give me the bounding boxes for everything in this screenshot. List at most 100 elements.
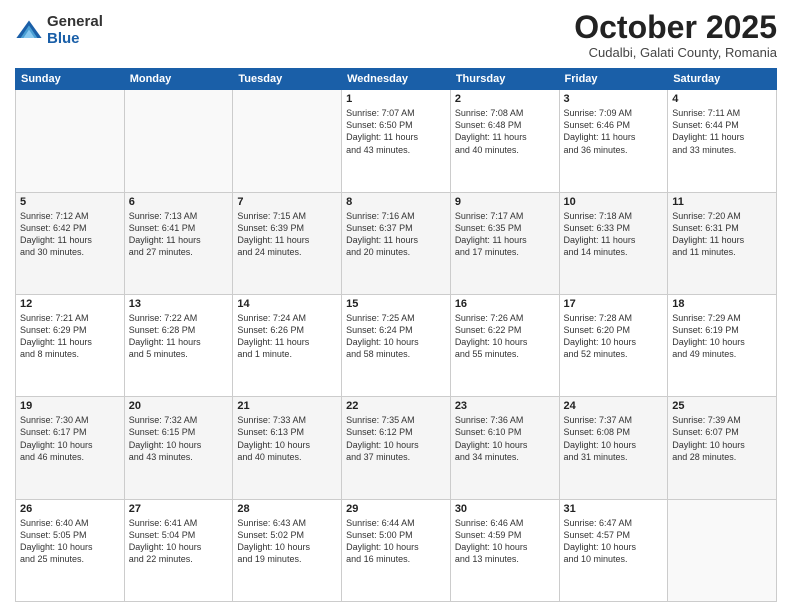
day-info: Sunrise: 6:46 AM Sunset: 4:59 PM Dayligh… [455,517,555,566]
calendar-cell: 14Sunrise: 7:24 AM Sunset: 6:26 PM Dayli… [233,294,342,396]
day-number: 25 [672,400,772,412]
day-number: 1 [346,93,446,105]
day-info: Sunrise: 7:07 AM Sunset: 6:50 PM Dayligh… [346,107,446,156]
calendar-cell: 15 Sunrise: 7:25 AM Sunset: 6:24 PM Dayli… [342,294,451,396]
calendar-cell: 16 Sunrise: 7:26 AM Sunset: 6:22 PM Dayli… [450,294,559,396]
day-number: 12 [20,298,120,310]
col-tuesday: Tuesday [233,69,342,90]
calendar-cell: 7 Sunrise: 7:15 AM Sunset: 6:39 PM Daylig… [233,192,342,294]
logo: General Blue [15,14,103,47]
page: General Blue October 2025 Cudalbi, Galat… [0,0,792,612]
day-info: Sunrise: 7:18 AM Sunset: 6:33 PM Dayligh… [564,210,664,259]
day-info: Sunrise: 7:16 AM Sunset: 6:37 PM Dayligh… [346,210,446,259]
day-number: 9 [455,196,555,208]
day-number: 7 [237,196,337,208]
month-title: October 2025 [574,10,777,45]
title-section: October 2025 Cudalbi, Galati County, Rom… [574,10,777,60]
calendar-cell: 21Sunrise: 7:33 AM Sunset: 6:13 PM Dayli… [233,397,342,499]
calendar-cell: 24 Sunrise: 7:37 AM Sunset: 6:08 PM Dayli… [559,397,668,499]
day-number: 31 [564,503,664,515]
day-info: Sunrise: 7:39 AM Sunset: 6:07 PM Dayligh… [672,414,772,463]
day-info: Sunrise: 7:13 AM Sunset: 6:41 PM Dayligh… [129,210,229,259]
header: General Blue October 2025 Cudalbi, Galat… [15,10,777,60]
day-number: 4 [672,93,772,105]
calendar-cell: 22Sunrise: 7:35 AM Sunset: 6:12 PM Dayli… [342,397,451,499]
day-info: Sunrise: 7:37 AM Sunset: 6:08 PM Dayligh… [564,414,664,463]
day-info: Sunrise: 7:32 AM Sunset: 6:15 PM Dayligh… [129,414,229,463]
day-info: Sunrise: 7:36 AM Sunset: 6:10 PM Dayligh… [455,414,555,463]
day-number: 2 [455,93,555,105]
calendar-cell: 29 Sunrise: 6:44 AM Sunset: 5:00 PM Dayli… [342,499,451,601]
day-number: 21 [237,400,337,412]
calendar-cell: 20 Sunrise: 7:32 AM Sunset: 6:15 PM Dayli… [124,397,233,499]
day-number: 27 [129,503,229,515]
col-saturday: Saturday [668,69,777,90]
day-info: Sunrise: 6:43 AM Sunset: 5:02 PM Dayligh… [237,517,337,566]
day-info: Sunrise: 7:09 AM Sunset: 6:46 PM Dayligh… [564,107,664,156]
day-info: Sunrise: 6:44 AM Sunset: 5:00 PM Dayligh… [346,517,446,566]
day-number: 8 [346,196,446,208]
calendar-cell: 9 Sunrise: 7:17 AM Sunset: 6:35 PM Daylig… [450,192,559,294]
day-number: 15 [346,298,446,310]
day-info: Sunrise: 7:21 AM Sunset: 6:29 PM Dayligh… [20,312,120,361]
day-info: Sunrise: 7:17 AM Sunset: 6:35 PM Dayligh… [455,210,555,259]
day-number: 18 [672,298,772,310]
day-number: 30 [455,503,555,515]
col-sunday: Sunday [16,69,125,90]
calendar-cell [16,90,125,192]
logo-general-text: General [47,14,103,31]
col-monday: Monday [124,69,233,90]
location-subtitle: Cudalbi, Galati County, Romania [574,45,777,60]
day-info: Sunrise: 6:40 AM Sunset: 5:05 PM Dayligh… [20,517,120,566]
day-number: 3 [564,93,664,105]
day-number: 14 [237,298,337,310]
calendar-week-row: 1 Sunrise: 7:07 AM Sunset: 6:50 PM Daylig… [16,90,777,192]
day-number: 6 [129,196,229,208]
day-info: Sunrise: 7:28 AM Sunset: 6:20 PM Dayligh… [564,312,664,361]
calendar-cell: 25 Sunrise: 7:39 AM Sunset: 6:07 PM Dayli… [668,397,777,499]
day-number: 29 [346,503,446,515]
day-info: Sunrise: 7:25 AM Sunset: 6:24 PM Dayligh… [346,312,446,361]
day-info: Sunrise: 7:15 AM Sunset: 6:39 PM Dayligh… [237,210,337,259]
day-info: Sunrise: 7:35 AM Sunset: 6:12 PM Dayligh… [346,414,446,463]
calendar-cell: 17 Sunrise: 7:28 AM Sunset: 6:20 PM Dayli… [559,294,668,396]
calendar-cell: 12 Sunrise: 7:21 AM Sunset: 6:29 PM Dayli… [16,294,125,396]
day-info: Sunrise: 7:20 AM Sunset: 6:31 PM Dayligh… [672,210,772,259]
logo-blue-text: Blue [47,31,103,48]
day-number: 10 [564,196,664,208]
calendar-cell: 26Sunrise: 6:40 AM Sunset: 5:05 PM Dayli… [16,499,125,601]
calendar-cell: 30 Sunrise: 6:46 AM Sunset: 4:59 PM Dayli… [450,499,559,601]
calendar-week-row: 19 Sunrise: 7:30 AM Sunset: 6:17 PM Dayli… [16,397,777,499]
day-number: 24 [564,400,664,412]
calendar-cell: 18Sunrise: 7:29 AM Sunset: 6:19 PM Dayli… [668,294,777,396]
header-row: Sunday Monday Tuesday Wednesday Thursday… [16,69,777,90]
day-number: 16 [455,298,555,310]
logo-text: General Blue [47,14,103,47]
calendar-cell: 10 Sunrise: 7:18 AM Sunset: 6:33 PM Dayli… [559,192,668,294]
day-number: 28 [237,503,337,515]
calendar-cell: 4Sunrise: 7:11 AM Sunset: 6:44 PM Daylig… [668,90,777,192]
col-wednesday: Wednesday [342,69,451,90]
col-thursday: Thursday [450,69,559,90]
day-number: 19 [20,400,120,412]
day-info: Sunrise: 7:26 AM Sunset: 6:22 PM Dayligh… [455,312,555,361]
day-number: 11 [672,196,772,208]
calendar-cell: 2 Sunrise: 7:08 AM Sunset: 6:48 PM Daylig… [450,90,559,192]
calendar-cell: 3 Sunrise: 7:09 AM Sunset: 6:46 PM Daylig… [559,90,668,192]
calendar-cell: 11 Sunrise: 7:20 AM Sunset: 6:31 PM Dayli… [668,192,777,294]
calendar-cell: 6 Sunrise: 7:13 AM Sunset: 6:41 PM Daylig… [124,192,233,294]
calendar-week-row: 26Sunrise: 6:40 AM Sunset: 5:05 PM Dayli… [16,499,777,601]
col-friday: Friday [559,69,668,90]
calendar-cell [668,499,777,601]
calendar-cell: 1 Sunrise: 7:07 AM Sunset: 6:50 PM Daylig… [342,90,451,192]
day-info: Sunrise: 7:30 AM Sunset: 6:17 PM Dayligh… [20,414,120,463]
day-number: 17 [564,298,664,310]
calendar-week-row: 5Sunrise: 7:12 AM Sunset: 6:42 PM Daylig… [16,192,777,294]
calendar-cell: 23Sunrise: 7:36 AM Sunset: 6:10 PM Dayli… [450,397,559,499]
day-number: 13 [129,298,229,310]
day-number: 5 [20,196,120,208]
calendar-cell: 19 Sunrise: 7:30 AM Sunset: 6:17 PM Dayli… [16,397,125,499]
calendar-cell: 27Sunrise: 6:41 AM Sunset: 5:04 PM Dayli… [124,499,233,601]
day-info: Sunrise: 7:08 AM Sunset: 6:48 PM Dayligh… [455,107,555,156]
day-number: 20 [129,400,229,412]
